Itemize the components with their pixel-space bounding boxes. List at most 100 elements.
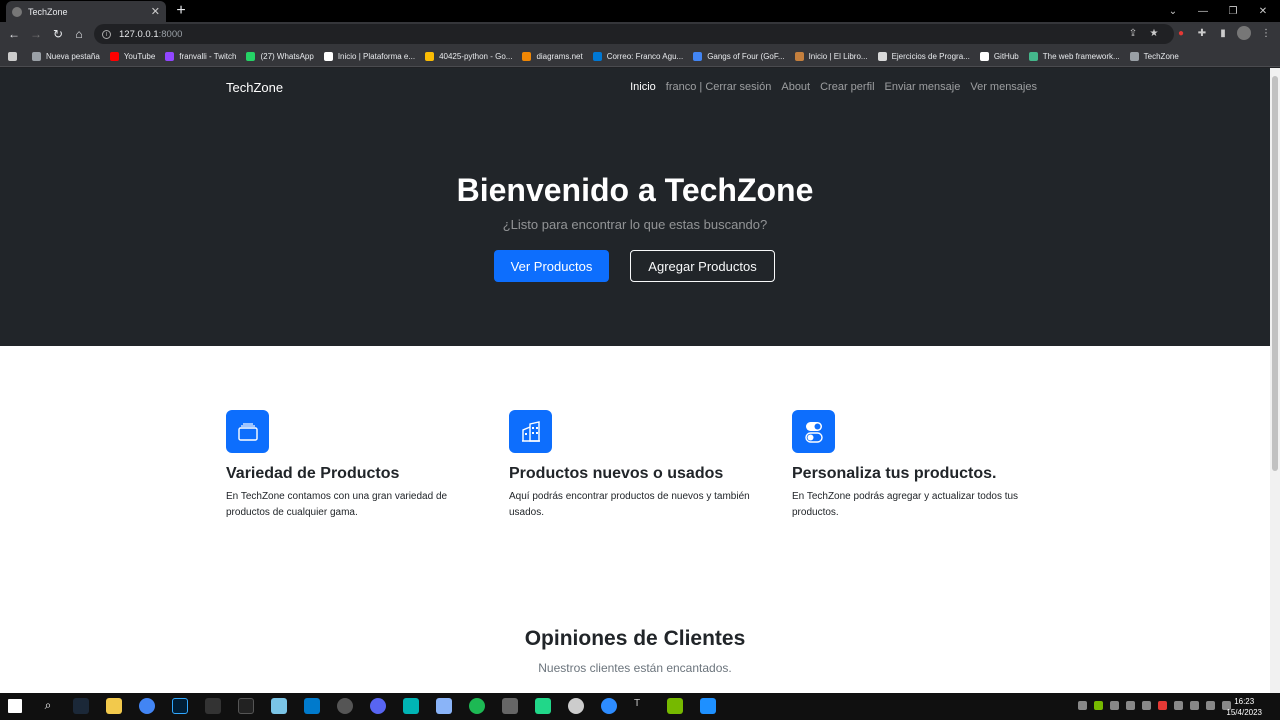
nav-link-enviar-mensaje[interactable]: Enviar mensaje xyxy=(885,81,961,93)
windows-taskbar: ⌕ T 16:23 15/4/2023 xyxy=(0,693,1280,720)
hero-section: TechZone Inicio franco | Cerrar sesión A… xyxy=(0,68,1270,346)
home-icon[interactable]: ⌂ xyxy=(70,25,88,43)
share-icon[interactable]: ⇪ xyxy=(1126,26,1140,40)
profile-avatar[interactable] xyxy=(1237,26,1251,40)
file-explorer-icon[interactable] xyxy=(106,698,122,714)
scrollbar-thumb[interactable] xyxy=(1272,76,1278,471)
vscode-icon[interactable] xyxy=(304,698,320,714)
virtualbox-icon[interactable] xyxy=(436,698,452,714)
spotify-icon[interactable] xyxy=(469,698,485,714)
bookmark-item[interactable]: Inicio | Plataforma e... xyxy=(323,51,415,61)
bookmark-item[interactable]: Inicio | El Libro... xyxy=(794,51,868,61)
bookmark-item[interactable]: Gangs of Four (GoF... xyxy=(693,51,785,61)
feature-card: Personaliza tus productos. En TechZone p… xyxy=(792,410,1052,521)
nav-link-crear-perfil[interactable]: Crear perfil xyxy=(820,81,874,93)
forward-icon[interactable]: → xyxy=(27,25,45,43)
nav-link-ver-mensajes[interactable]: Ver mensajes xyxy=(970,81,1037,93)
agregar-productos-button[interactable]: Agregar Productos xyxy=(630,250,775,282)
discord-icon[interactable] xyxy=(370,698,386,714)
reload-icon[interactable]: ↻ xyxy=(49,25,67,43)
steam-icon[interactable] xyxy=(73,698,89,714)
tray-app-icon[interactable] xyxy=(1110,701,1119,710)
close-window-icon[interactable]: ✕ xyxy=(1248,0,1278,22)
site-info-icon[interactable]: i xyxy=(102,29,111,39)
nav-link-inicio[interactable]: Inicio xyxy=(630,81,656,93)
notepad-icon[interactable] xyxy=(271,698,287,714)
reviews-subtitle: Nuestros clientes están encantados. xyxy=(538,661,732,675)
bookmark-item[interactable]: Nueva pestaña xyxy=(32,51,100,61)
tray-app-icon[interactable] xyxy=(1142,701,1151,710)
reviews-title: Opiniones de Clientes xyxy=(524,627,746,650)
collection-icon xyxy=(226,410,269,453)
search-icon[interactable]: ⌕ xyxy=(40,698,56,714)
chrome-icon[interactable] xyxy=(139,698,155,714)
bookmark-favicon-icon xyxy=(246,51,256,61)
bookmark-favicon-icon xyxy=(109,51,119,61)
feature-text: Aquí podrás encontrar productos de nuevo… xyxy=(509,491,750,518)
bookmark-star-icon[interactable]: ★ xyxy=(1147,26,1161,40)
restore-icon[interactable]: ❐ xyxy=(1218,0,1248,22)
address-bar[interactable]: i 127.0.0.1:8000 xyxy=(94,24,1174,44)
tray-app-icon[interactable] xyxy=(1158,701,1167,710)
bookmark-item[interactable]: Correo: Franco Agu... xyxy=(592,51,684,61)
zoom-icon[interactable] xyxy=(601,698,617,714)
bookmark-item[interactable]: YouTube xyxy=(109,51,155,61)
tray-app-icon[interactable] xyxy=(1190,701,1199,710)
bookmark-favicon-icon xyxy=(592,51,602,61)
pycharm-icon[interactable] xyxy=(535,698,551,714)
tray-nvidia-icon[interactable] xyxy=(1094,701,1103,710)
bookmark-item[interactable]: The web framework... xyxy=(1028,51,1120,61)
bookmark-item[interactable]: Ejercicios de Progra... xyxy=(877,51,970,61)
network-icon[interactable] xyxy=(1206,701,1215,710)
tray-steam-icon[interactable] xyxy=(1126,701,1135,710)
windows-start-icon[interactable] xyxy=(8,699,22,713)
sync-icon[interactable] xyxy=(568,698,584,714)
side-panel-icon[interactable]: ▮ xyxy=(1216,26,1230,40)
visualg-icon[interactable] xyxy=(403,698,419,714)
taskbar-clock[interactable]: 16:23 15/4/2023 xyxy=(1226,696,1262,718)
typora-icon[interactable]: T xyxy=(634,698,650,714)
menu-kebab-icon[interactable]: ⋮ xyxy=(1259,26,1273,40)
nav-link-about[interactable]: About xyxy=(781,81,810,93)
bookmark-item[interactable]: GitHub xyxy=(979,51,1019,61)
bookmark-item[interactable]: 40425-python - Go... xyxy=(425,51,512,61)
browser-tabstrip: TechZone ✕ + ⌄ — ❐ ✕ xyxy=(0,0,1280,22)
unity-icon[interactable] xyxy=(337,698,353,714)
bookmark-favicon-icon xyxy=(522,51,532,61)
bookmark-item[interactable]: diagrams.net xyxy=(522,51,583,61)
epic-games-icon[interactable] xyxy=(205,698,221,714)
toggles-icon xyxy=(792,410,835,453)
ver-productos-button[interactable]: Ver Productos xyxy=(494,250,609,282)
tab-search-icon[interactable]: ⌄ xyxy=(1158,0,1188,22)
clock-date: 15/4/2023 xyxy=(1226,708,1262,717)
bookmark-favicon-icon xyxy=(165,51,175,61)
bookmark-apps-icon[interactable] xyxy=(8,51,22,61)
terminal-icon[interactable] xyxy=(238,698,254,714)
app-icon[interactable] xyxy=(502,698,518,714)
media-icon[interactable] xyxy=(700,698,716,714)
nvidia-icon[interactable] xyxy=(667,698,683,714)
close-tab-icon[interactable]: ✕ xyxy=(151,5,160,18)
photoshop-icon[interactable] xyxy=(172,698,188,714)
bookmark-item[interactable]: TechZone xyxy=(1129,51,1179,61)
bookmark-item[interactable]: (27) WhatsApp xyxy=(246,51,314,61)
page-scrollbar[interactable] xyxy=(1270,68,1280,693)
bookmark-label: diagrams.net xyxy=(536,51,583,61)
minimize-icon[interactable]: — xyxy=(1188,0,1218,22)
bookmark-label: TechZone xyxy=(1143,51,1179,61)
back-icon[interactable]: ← xyxy=(5,25,23,43)
tray-usb-icon[interactable] xyxy=(1174,701,1183,710)
new-tab-button[interactable]: + xyxy=(173,2,189,20)
extension-red-icon[interactable]: ● xyxy=(1174,26,1188,40)
bookmark-label: franvalli - Twitch xyxy=(179,51,237,61)
nav-link-cerrar-sesion[interactable]: franco | Cerrar sesión xyxy=(666,81,772,93)
bookmark-label: Correo: Franco Agu... xyxy=(606,51,684,61)
bookmark-favicon-icon xyxy=(877,51,887,61)
bookmark-item[interactable]: franvalli - Twitch xyxy=(165,51,237,61)
extensions-puzzle-icon[interactable]: ✚ xyxy=(1195,26,1209,40)
browser-tab[interactable]: TechZone ✕ xyxy=(6,1,166,22)
navbar-brand[interactable]: TechZone xyxy=(226,80,283,95)
tray-discord-icon[interactable] xyxy=(1078,701,1087,710)
bookmark-label: Gangs of Four (GoF... xyxy=(707,51,785,61)
bookmark-favicon-icon xyxy=(979,51,989,61)
